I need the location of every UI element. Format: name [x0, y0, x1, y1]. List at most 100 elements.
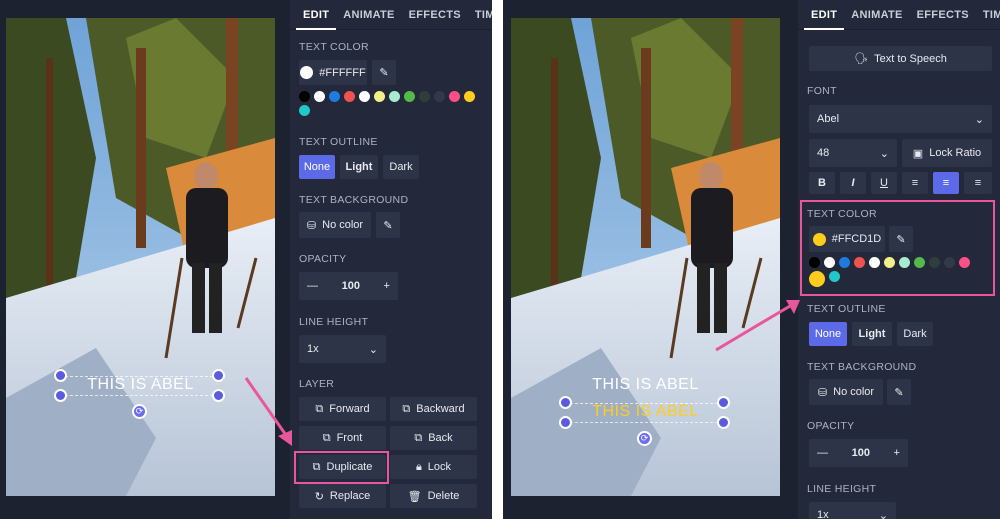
- font-size-select[interactable]: 48 ⌄: [809, 139, 897, 167]
- line-height-value: 1x: [817, 509, 829, 519]
- edit-sidebar: EDIT ANIMATE EFFECTS TIMING TEXT COLOR #…: [290, 0, 492, 519]
- video-canvas[interactable]: THIS IS ABEL THIS IS ABEL ⟳: [511, 18, 780, 496]
- palette-swatch[interactable]: [299, 91, 310, 102]
- tab-edit[interactable]: EDIT: [804, 0, 845, 30]
- canvas-text-duplicate[interactable]: THIS IS ABEL: [511, 403, 780, 421]
- text-background-heading: TEXT BACKGROUND: [299, 194, 409, 206]
- palette-swatch[interactable]: [344, 91, 355, 102]
- line-height-select[interactable]: 1x ⌄: [809, 502, 896, 519]
- palette-swatch[interactable]: [404, 91, 415, 102]
- font-select[interactable]: Abel ⌄: [809, 105, 992, 133]
- palette-swatch[interactable]: [464, 91, 475, 102]
- back-button[interactable]: ⧉ Back: [390, 426, 477, 450]
- palette-swatch[interactable]: [389, 91, 400, 102]
- italic-icon[interactable]: I: [840, 172, 866, 194]
- snow-hiker-photo: [6, 18, 275, 496]
- line-height-select[interactable]: 1x ⌄: [299, 335, 386, 363]
- resize-handle-tr[interactable]: [212, 369, 225, 382]
- palette-swatch[interactable]: [374, 91, 385, 102]
- rotate-handle-icon[interactable]: ⟳: [637, 431, 652, 446]
- lock-button[interactable]: 🔒︎ Lock: [390, 455, 477, 479]
- palette-swatch[interactable]: [359, 91, 370, 102]
- front-label: Front: [336, 432, 363, 444]
- right-screenshot: THIS IS ABEL THIS IS ABEL ⟳ EDIT ANIMATE…: [503, 0, 1000, 519]
- opacity-stepper[interactable]: — 100 +: [299, 272, 398, 300]
- resize-handle-bl[interactable]: [54, 389, 67, 402]
- tab-timing[interactable]: TIMING: [976, 0, 1000, 30]
- tab-animate[interactable]: ANIMATE: [844, 0, 909, 30]
- palette-swatch[interactable]: [329, 91, 340, 102]
- align-center-icon[interactable]: ≡: [933, 172, 959, 194]
- lock-ratio-button[interactable]: ▣ Lock Ratio: [902, 139, 992, 167]
- eyedropper-icon[interactable]: ✎: [372, 60, 396, 85]
- outline-light-button[interactable]: Light: [852, 322, 892, 346]
- opacity-value: 100: [341, 280, 360, 292]
- text-to-speech-button[interactable]: 🗣︎ Text to Speech: [809, 46, 992, 71]
- backward-button[interactable]: ⧉ Backward: [390, 397, 477, 421]
- tab-bar: EDIT ANIMATE EFFECTS TIMING: [290, 0, 492, 30]
- palette-swatch[interactable]: [299, 105, 310, 116]
- tab-effects[interactable]: EFFECTS: [402, 0, 468, 30]
- font-size-value: 48: [817, 147, 830, 159]
- canvas-text-original[interactable]: THIS IS ABEL: [511, 376, 780, 394]
- background-eyedropper-icon[interactable]: ✎: [887, 379, 911, 405]
- aspect-ratio-icon: ▣: [912, 147, 924, 160]
- palette-swatch[interactable]: [419, 91, 430, 102]
- paint-bucket-icon: ⛁: [306, 219, 317, 232]
- tab-edit[interactable]: EDIT: [296, 0, 337, 30]
- minus-icon[interactable]: —: [817, 447, 828, 459]
- delete-label: Delete: [427, 490, 460, 502]
- align-right-icon[interactable]: ≡: [964, 172, 992, 194]
- forward-label: Forward: [329, 403, 370, 415]
- resize-handle-br[interactable]: [212, 389, 225, 402]
- palette-swatch[interactable]: [449, 91, 460, 102]
- no-color-button[interactable]: ⛁ No color: [299, 212, 371, 238]
- resize-handle-tl[interactable]: [559, 396, 572, 409]
- speech-icon: 🗣︎: [854, 53, 869, 65]
- outline-light-button[interactable]: Light: [340, 155, 378, 179]
- outline-none-button[interactable]: None: [299, 155, 335, 179]
- align-left-icon[interactable]: ≡: [902, 172, 928, 194]
- trash-icon: 🗑︎: [407, 490, 422, 503]
- plus-icon[interactable]: +: [384, 280, 390, 292]
- background-eyedropper-icon[interactable]: ✎: [376, 212, 400, 238]
- tab-timing[interactable]: TIMING: [468, 0, 492, 30]
- rotate-handle-icon[interactable]: ⟳: [132, 404, 147, 419]
- canvas-text[interactable]: THIS IS ABEL: [6, 376, 275, 394]
- front-button[interactable]: ⧉ Front: [299, 426, 386, 450]
- outline-dark-button[interactable]: Dark: [383, 155, 419, 179]
- chevron-down-icon: ⌄: [879, 147, 889, 160]
- resize-handle-tl[interactable]: [54, 369, 67, 382]
- snow-hiker-photo: [511, 18, 780, 496]
- line-height-heading: LINE HEIGHT: [299, 316, 369, 328]
- font-value: Abel: [817, 113, 840, 125]
- resize-handle-tr[interactable]: [717, 396, 730, 409]
- tab-animate[interactable]: ANIMATE: [336, 0, 401, 30]
- color-picker-button[interactable]: #FFFFFF: [299, 60, 367, 85]
- color-palette: [299, 91, 479, 116]
- opacity-value: 100: [851, 447, 870, 459]
- tab-effects[interactable]: EFFECTS: [910, 0, 976, 30]
- text-color-heading: TEXT COLOR: [299, 41, 369, 53]
- outline-none-button[interactable]: None: [809, 322, 847, 346]
- palette-swatch[interactable]: [434, 91, 445, 102]
- arrow-annotation-right: [715, 300, 800, 352]
- no-color-button[interactable]: ⛁ No color: [809, 379, 883, 405]
- delete-button[interactable]: 🗑︎ Delete: [390, 484, 477, 508]
- resize-handle-br[interactable]: [717, 416, 730, 429]
- video-canvas[interactable]: THIS IS ABEL ⟳: [6, 18, 275, 496]
- edit-sidebar: EDIT ANIMATE EFFECTS TIMING 🗣︎ Text to S…: [798, 0, 1000, 519]
- forward-button[interactable]: ⧉ Forward: [299, 397, 386, 421]
- backward-label: Backward: [416, 403, 465, 415]
- resize-handle-bl[interactable]: [559, 416, 572, 429]
- replace-button[interactable]: ↻ Replace: [299, 484, 386, 508]
- lock-label: Lock: [427, 461, 452, 473]
- palette-swatch[interactable]: [314, 91, 325, 102]
- bold-icon[interactable]: B: [809, 172, 835, 194]
- opacity-stepper[interactable]: — 100 +: [809, 439, 908, 467]
- back-label: Back: [428, 432, 453, 444]
- minus-icon[interactable]: —: [307, 280, 318, 292]
- outline-dark-button[interactable]: Dark: [897, 322, 933, 346]
- plus-icon[interactable]: +: [894, 447, 900, 459]
- underline-icon[interactable]: U: [871, 172, 897, 194]
